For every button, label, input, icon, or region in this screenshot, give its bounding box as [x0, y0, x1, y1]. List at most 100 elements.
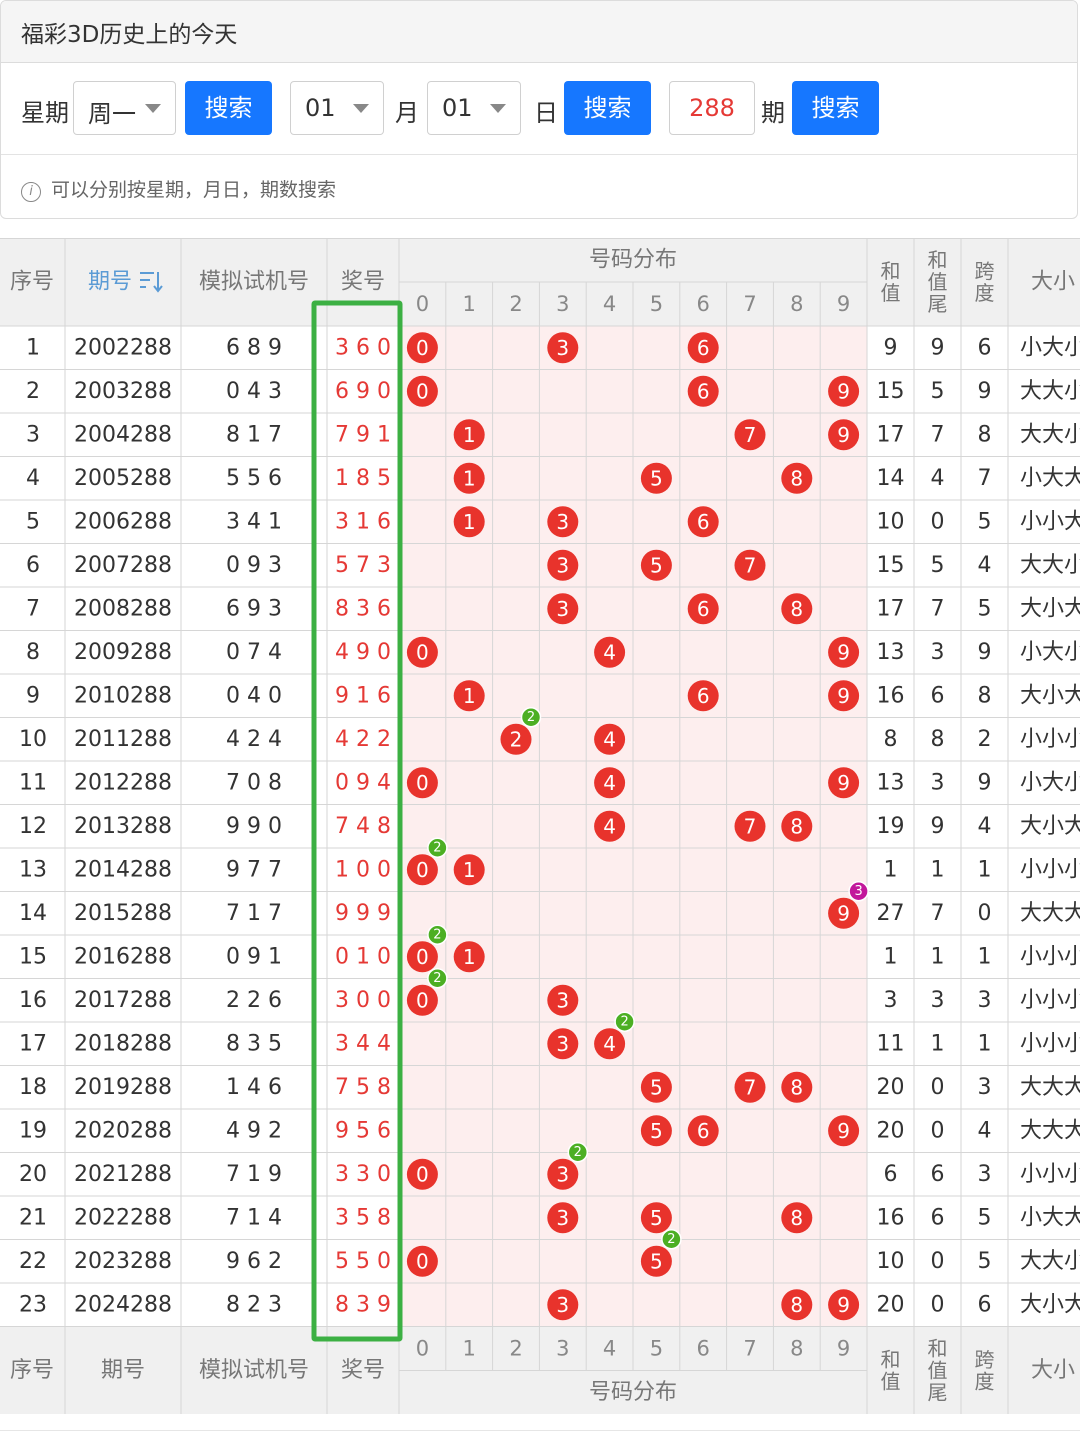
number-ball-label: 3 — [556, 1162, 569, 1186]
row-seq: 2 — [26, 379, 40, 404]
number-ball-label: 6 — [697, 336, 710, 360]
row-issue: 2014288 — [74, 857, 172, 882]
number-ball-label: 6 — [697, 510, 710, 534]
row-issue: 2013288 — [74, 814, 172, 839]
number-ball-label: 3 — [556, 1293, 569, 1317]
row-issue: 2009288 — [74, 640, 172, 665]
row-sum: 1 — [884, 944, 898, 969]
header-sum-tail: 尾 — [928, 1381, 948, 1405]
weekday-select[interactable]: 周一 — [73, 81, 176, 135]
row-size: 小小小 — [1020, 988, 1080, 1013]
number-ball-label: 4 — [603, 640, 616, 664]
number-ball-label: 8 — [790, 1075, 803, 1099]
row-winning-number: 3 1 6 — [335, 509, 391, 534]
row-winning-number: 9 1 6 — [335, 683, 391, 708]
row-span: 5 — [978, 1249, 992, 1274]
row-span: 0 — [978, 901, 992, 926]
date-search-button[interactable]: 搜索 — [564, 81, 651, 135]
number-ball-label: 3 — [556, 510, 569, 534]
row-seq: 14 — [19, 901, 47, 926]
header-sum: 值 — [881, 281, 901, 305]
header-digit-5: 5 — [650, 1337, 663, 1361]
row-size: 小小小 — [1020, 727, 1080, 752]
row-size: 小大小 — [1020, 335, 1080, 360]
number-ball-label: 5 — [650, 1075, 663, 1099]
number-ball-label: 6 — [697, 684, 710, 708]
header-digit-0: 0 — [416, 1337, 429, 1361]
row-winning-number: 3 6 0 — [335, 335, 391, 360]
row-winning-number: 3 3 0 — [335, 1162, 391, 1187]
number-ball-label: 0 — [416, 945, 429, 969]
header-digit-8: 8 — [790, 292, 803, 316]
row-winning-number: 0 1 0 — [335, 944, 391, 969]
row-size: 大小大 — [1020, 814, 1080, 839]
history-table: 序号 期号 模拟试机号 奖号 号码分布 0 1 2 3 4 5 6 7 8 9 和值和值尾跨度大小 序号 期号 模拟… — [0, 238, 1080, 1414]
header-sum-tail: 值 — [928, 1359, 948, 1383]
row-seq: 8 — [26, 640, 40, 665]
row-sum: 10 — [877, 1249, 905, 1274]
header-size: 大小 — [1031, 270, 1075, 295]
issue-input[interactable]: 288 — [669, 81, 755, 135]
row-winning-number: 5 7 3 — [335, 553, 391, 578]
number-ball-label: 5 — [650, 1206, 663, 1230]
chevron-down-icon — [145, 104, 161, 113]
number-ball-label: 4 — [603, 814, 616, 838]
divider — [0, 1430, 1080, 1431]
header-span: 度 — [975, 281, 995, 305]
row-sum-tail: 0 — [931, 1118, 945, 1143]
day-label: 日 — [534, 99, 558, 127]
row-size: 大大小 — [1020, 379, 1080, 404]
row-sum-tail: 4 — [931, 466, 945, 491]
row-span: 8 — [978, 422, 992, 447]
number-ball-label: 0 — [416, 858, 429, 882]
row-trial: 6 8 9 — [226, 335, 282, 360]
row-issue: 2003288 — [74, 379, 172, 404]
row-size: 小小小 — [1020, 1162, 1080, 1187]
page-title: 福彩3D历史上的今天 — [21, 22, 238, 48]
header-digit-8: 8 — [790, 1337, 803, 1361]
row-sum: 11 — [877, 1031, 905, 1056]
number-ball-label: 0 — [416, 988, 429, 1012]
number-ball-label: 3 — [556, 553, 569, 577]
row-issue: 2019288 — [74, 1075, 172, 1100]
row-sum-tail: 6 — [931, 1162, 945, 1187]
number-ball-label: 3 — [556, 597, 569, 621]
header-sum-tail: 和 — [928, 248, 948, 272]
number-ball-label: 7 — [744, 814, 757, 838]
row-sum-tail: 7 — [931, 901, 945, 926]
day-select[interactable]: 01 — [427, 81, 521, 135]
row-sum: 10 — [877, 509, 905, 534]
row-span: 1 — [978, 1031, 992, 1056]
row-sum: 6 — [884, 1162, 898, 1187]
row-issue: 2023288 — [74, 1249, 172, 1274]
number-ball-label: 0 — [416, 336, 429, 360]
header-digit-2: 2 — [509, 292, 522, 316]
row-sum: 17 — [877, 596, 905, 621]
row-size: 大小大 — [1020, 683, 1080, 708]
month-select[interactable]: 01 — [290, 81, 384, 135]
number-ball-label: 0 — [416, 1162, 429, 1186]
row-issue: 2020288 — [74, 1118, 172, 1143]
row-sum: 15 — [877, 379, 905, 404]
header-distribution: 号码分布 — [589, 248, 677, 273]
row-size: 小小小 — [1020, 857, 1080, 882]
issue-search-button[interactable]: 搜索 — [792, 81, 879, 135]
header-sum-tail: 值 — [928, 270, 948, 294]
weekday-search-button[interactable]: 搜索 — [185, 81, 272, 135]
row-span: 1 — [978, 857, 992, 882]
header-digit-9: 9 — [837, 1337, 850, 1361]
row-span: 1 — [978, 944, 992, 969]
row-trial: 9 7 7 — [226, 857, 282, 882]
row-issue: 2010288 — [74, 683, 172, 708]
number-ball-label: 1 — [463, 423, 476, 447]
row-sum: 8 — [884, 727, 898, 752]
row-sum: 20 — [877, 1292, 905, 1317]
weekday-label: 星期 — [21, 99, 69, 127]
search-panel: 福彩3D历史上的今天 星期 周一 搜索 01 月 01 日 搜索 288 期 搜… — [0, 0, 1078, 219]
number-ball-label: 5 — [650, 1119, 663, 1143]
row-seq: 19 — [19, 1118, 47, 1143]
row-issue: 2007288 — [74, 553, 172, 578]
row-span: 9 — [978, 640, 992, 665]
row-trial: 9 9 0 — [226, 814, 282, 839]
number-ball-label: 9 — [837, 901, 850, 925]
